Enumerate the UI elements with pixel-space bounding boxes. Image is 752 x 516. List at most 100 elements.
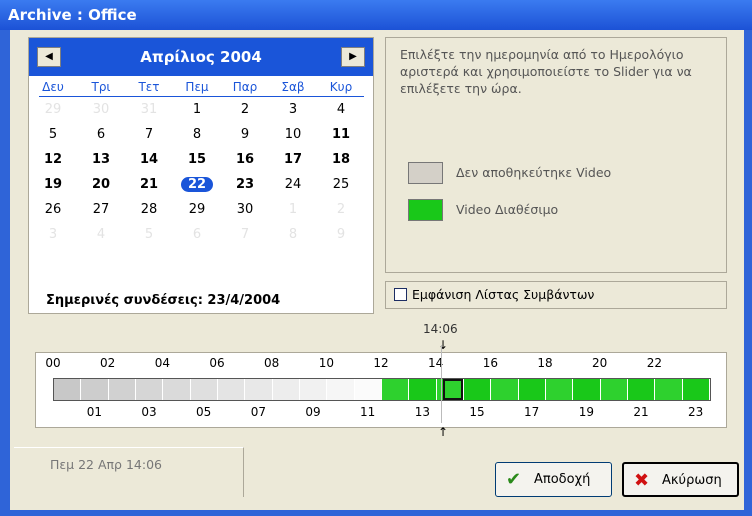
accept-button-label: Αποδοχή bbox=[534, 472, 591, 487]
hour-label: 05 bbox=[196, 405, 212, 419]
weekday-divider bbox=[39, 96, 364, 97]
calendar-day[interactable]: 20 bbox=[77, 177, 125, 192]
show-events-label: Εμφάνιση Λίστας Συμβάντων bbox=[412, 287, 595, 302]
legend-no-video-label: Δεν αποθηκεύτηκε Video bbox=[456, 165, 612, 180]
calendar-day[interactable]: 31 bbox=[125, 102, 173, 117]
hour-segment bbox=[600, 379, 628, 400]
slider-thumb[interactable] bbox=[443, 379, 463, 400]
calendar-day[interactable]: 3 bbox=[269, 102, 317, 117]
calendar-day[interactable]: 5 bbox=[125, 227, 173, 242]
hour-segment bbox=[409, 379, 437, 400]
hour-segment bbox=[190, 379, 218, 400]
hour-label: 20 bbox=[592, 356, 608, 370]
info-panel: Επιλέξτε την ημερομηνία από το Ημερολόγι… bbox=[385, 37, 727, 273]
slider-track[interactable] bbox=[53, 378, 711, 401]
hour-label: 22 bbox=[646, 356, 662, 370]
weekday-label: Πεμ bbox=[185, 80, 209, 94]
calendar-day[interactable]: 2 bbox=[317, 202, 365, 217]
hour-segment bbox=[163, 379, 191, 400]
checkmark-icon: ✔ bbox=[506, 469, 522, 490]
show-events-checkbox-row[interactable]: Εμφάνιση Λίστας Συμβάντων bbox=[385, 281, 727, 309]
calendar-day[interactable]: 18 bbox=[317, 152, 365, 167]
calendar-day[interactable]: 27 bbox=[77, 202, 125, 217]
calendar-day[interactable]: 3 bbox=[29, 227, 77, 242]
hour-segment bbox=[382, 379, 410, 400]
current-time-label: 14:06 bbox=[423, 322, 458, 336]
hour-segment bbox=[518, 379, 546, 400]
calendar-day[interactable]: 7 bbox=[221, 227, 269, 242]
hour-label: 23 bbox=[688, 405, 704, 419]
calendar-day[interactable]: 17 bbox=[269, 152, 317, 167]
calendar-day[interactable]: 24 bbox=[269, 177, 317, 192]
calendar-day[interactable]: 13 bbox=[77, 152, 125, 167]
selected-datetime-label: Πεμ 22 Απρ 14:06 bbox=[50, 457, 162, 472]
arrow-up-icon: ↑ bbox=[438, 425, 449, 439]
hour-label: 18 bbox=[537, 356, 553, 370]
calendar-header: ◀ Απρίλιος 2004 ▶ bbox=[29, 38, 373, 76]
calendar-day[interactable]: 8 bbox=[269, 227, 317, 242]
triangle-right-icon: ▶ bbox=[349, 51, 357, 62]
hour-segment bbox=[136, 379, 164, 400]
calendar-day[interactable]: 9 bbox=[317, 227, 365, 242]
hour-label: 00 bbox=[45, 356, 61, 370]
calendar-day[interactable]: 29 bbox=[173, 202, 221, 217]
calendar-day[interactable]: 21 bbox=[125, 177, 173, 192]
calendar-day[interactable]: 6 bbox=[77, 127, 125, 142]
hour-segment bbox=[573, 379, 601, 400]
hour-segment bbox=[218, 379, 246, 400]
date-time-tab[interactable] bbox=[14, 447, 244, 497]
calendar-day[interactable]: 12 bbox=[29, 152, 77, 167]
calendar-day[interactable]: 1 bbox=[173, 102, 221, 117]
calendar-day[interactable]: 22 bbox=[173, 177, 221, 192]
hour-label: 15 bbox=[469, 405, 485, 419]
hour-label: 17 bbox=[524, 405, 540, 419]
calendar-day[interactable]: 1 bbox=[269, 202, 317, 217]
hour-label: 12 bbox=[373, 356, 389, 370]
calendar-day[interactable]: 6 bbox=[173, 227, 221, 242]
calendar-day[interactable]: 10 bbox=[269, 127, 317, 142]
hour-segment bbox=[655, 379, 683, 400]
instructions-text: Επιλέξτε την ημερομηνία από το Ημερολόγι… bbox=[400, 47, 692, 96]
calendar-day[interactable]: 19 bbox=[29, 177, 77, 192]
calendar-day[interactable]: 7 bbox=[125, 127, 173, 142]
calendar-day[interactable]: 4 bbox=[317, 102, 365, 117]
calendar-day[interactable]: 23 bbox=[221, 177, 269, 192]
hour-label: 19 bbox=[578, 405, 594, 419]
weekday-label: Δευ bbox=[42, 80, 64, 94]
calendar-day[interactable]: 15 bbox=[173, 152, 221, 167]
title-bar[interactable]: Archive : Office bbox=[0, 0, 752, 30]
calendar-day[interactable]: 25 bbox=[317, 177, 365, 192]
legend-video-swatch bbox=[408, 199, 443, 221]
next-month-button[interactable]: ▶ bbox=[341, 47, 365, 67]
weekday-label: Τρι bbox=[91, 80, 111, 94]
time-slider[interactable]: 00 02 04 06 08 10 12 14 16 18 20 22 01 03 05 07 09 11 13 1… bbox=[35, 352, 727, 428]
calendar-day[interactable]: 8 bbox=[173, 127, 221, 142]
weekday-label: Κυρ bbox=[329, 80, 353, 94]
cancel-button[interactable]: ✖ Ακύρωση bbox=[622, 462, 739, 497]
hour-segment bbox=[464, 379, 492, 400]
hour-label: 11 bbox=[360, 405, 376, 419]
calendar-day[interactable]: 5 bbox=[29, 127, 77, 142]
calendar-day[interactable]: 30 bbox=[77, 102, 125, 117]
calendar-day[interactable]: 16 bbox=[221, 152, 269, 167]
calendar-day[interactable]: 30 bbox=[221, 202, 269, 217]
calendar-day[interactable]: 2 bbox=[221, 102, 269, 117]
calendar-day[interactable]: 14 bbox=[125, 152, 173, 167]
hour-segment bbox=[245, 379, 273, 400]
calendar-day[interactable]: 26 bbox=[29, 202, 77, 217]
calendar-day[interactable]: 11 bbox=[317, 127, 365, 142]
selected-day[interactable]: 22 bbox=[180, 177, 214, 192]
hour-segment bbox=[300, 379, 328, 400]
accept-button[interactable]: ✔ Αποδοχή bbox=[495, 462, 612, 497]
hour-label: 03 bbox=[141, 405, 157, 419]
calendar-day[interactable]: 9 bbox=[221, 127, 269, 142]
show-events-checkbox[interactable] bbox=[394, 288, 407, 301]
calendar-day[interactable]: 4 bbox=[77, 227, 125, 242]
weekday-label: Τετ bbox=[138, 80, 160, 94]
hour-label: 08 bbox=[264, 356, 280, 370]
time-indicator-line bbox=[441, 345, 442, 423]
today-connections-label: Σημερινές συνδέσεις: 23/4/2004 bbox=[46, 293, 281, 308]
hour-segment bbox=[327, 379, 355, 400]
calendar-day[interactable]: 28 bbox=[125, 202, 173, 217]
calendar-day[interactable]: 29 bbox=[29, 102, 77, 117]
